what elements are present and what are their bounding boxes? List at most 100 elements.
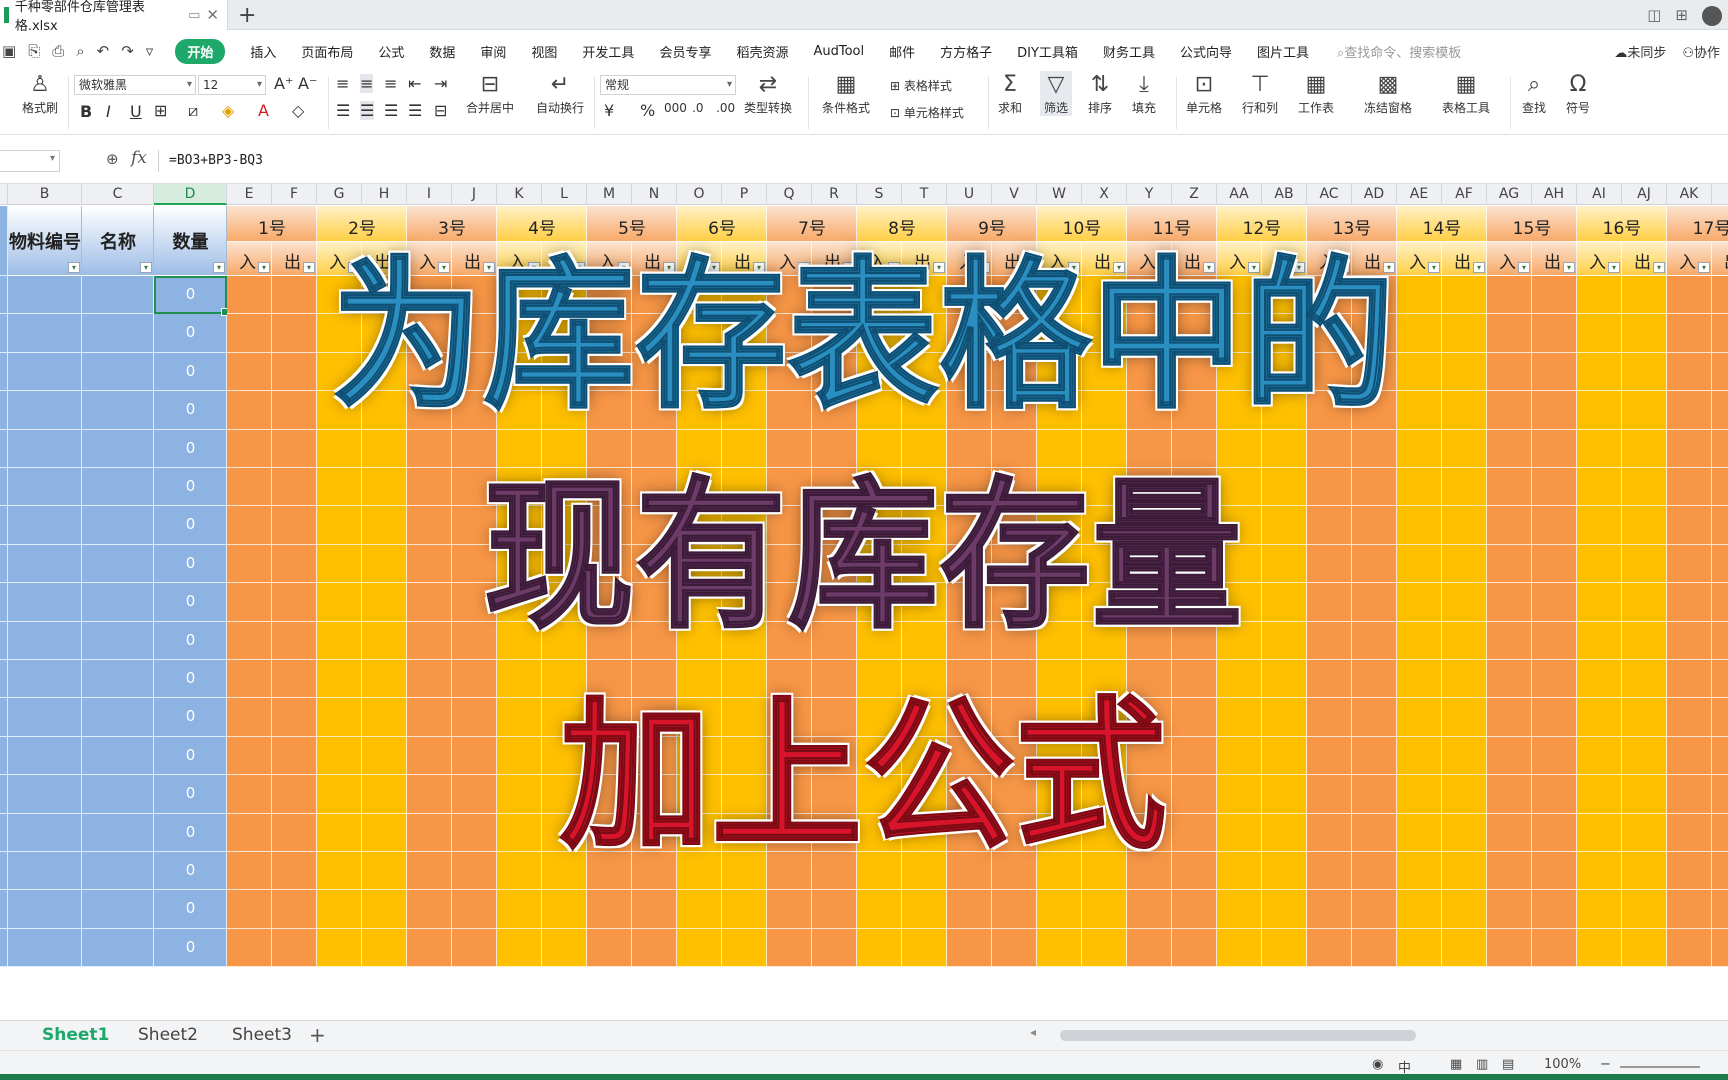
grid-cell[interactable] [1577, 429, 1622, 468]
grid-cell[interactable] [857, 352, 902, 392]
grid-cell[interactable] [1037, 621, 1082, 660]
grid-cell[interactable] [272, 468, 317, 507]
grid-cell[interactable] [1442, 813, 1487, 852]
grid-cell[interactable] [227, 852, 272, 891]
grid-cell[interactable] [1532, 698, 1577, 737]
grid-cell[interactable] [362, 352, 407, 392]
grid-cell[interactable] [677, 660, 722, 699]
grid-cell[interactable] [8, 583, 82, 622]
grid-cell[interactable] [0, 775, 8, 814]
grid-cell[interactable] [767, 736, 812, 776]
grid-cell[interactable] [227, 544, 272, 584]
grid-cell[interactable] [8, 506, 82, 545]
filter-dropdown-icon[interactable]: ▾ [1518, 262, 1530, 273]
grid-cell[interactable] [0, 352, 8, 392]
grid-cell[interactable] [1127, 621, 1172, 660]
grid-cell[interactable] [1442, 276, 1487, 315]
grid-cell[interactable] [1622, 276, 1667, 315]
grid-cell[interactable] [1352, 468, 1397, 507]
italic-icon[interactable]: I [106, 102, 111, 121]
grid-cell[interactable] [947, 660, 992, 699]
grid-cell[interactable] [632, 928, 677, 968]
grid-cell[interactable] [542, 775, 587, 814]
grid-cell[interactable] [767, 928, 812, 968]
grid-cell[interactable] [632, 391, 677, 430]
grid-cell[interactable] [362, 660, 407, 699]
grid-cell[interactable] [947, 583, 992, 622]
grid-cell[interactable] [1307, 276, 1352, 315]
grid-cell[interactable] [722, 314, 767, 353]
grid-cell[interactable] [587, 736, 632, 776]
grid-cell[interactable] [1622, 813, 1667, 852]
grid-cell[interactable] [857, 660, 902, 699]
indent-decrease-icon[interactable]: ⇤ [408, 74, 421, 93]
grid-cell[interactable] [1307, 544, 1352, 584]
grid-cell[interactable] [812, 429, 857, 468]
grid-cell[interactable] [1667, 660, 1712, 699]
grid-cell[interactable] [1532, 506, 1577, 545]
grid-cell[interactable] [947, 276, 992, 315]
font-size-select[interactable]: 12 [198, 75, 266, 95]
grid-cell[interactable] [857, 775, 902, 814]
grid-cell[interactable] [1712, 775, 1728, 814]
grid-cell[interactable] [1037, 391, 1082, 430]
collab-button[interactable]: ⚇协作 [1682, 42, 1720, 61]
grid-cell[interactable] [902, 276, 947, 315]
quantity-cell[interactable]: 0 [154, 592, 227, 610]
increase-decimal-icon[interactable]: .0 [692, 101, 703, 115]
grid-cell[interactable] [677, 314, 722, 353]
grid-cell[interactable] [407, 352, 452, 392]
menu-item[interactable]: 数据 [429, 42, 455, 61]
menu-item[interactable]: 插入 [250, 42, 276, 61]
normal-view-icon[interactable]: ▦ [1450, 1057, 1462, 1072]
grid-cell[interactable] [632, 314, 677, 353]
grid-cell[interactable] [8, 813, 82, 852]
grid-cell[interactable] [992, 391, 1037, 430]
grid-cell[interactable] [767, 506, 812, 545]
grid-cell[interactable] [1307, 890, 1352, 929]
grid-cell[interactable] [362, 928, 407, 968]
grid-cell[interactable] [1397, 352, 1442, 392]
grid-cell[interactable] [1262, 813, 1307, 852]
grid-cell[interactable] [497, 813, 542, 852]
column-header-O[interactable]: O [677, 184, 722, 205]
grid-cell[interactable] [227, 468, 272, 507]
grid-cell[interactable] [1442, 468, 1487, 507]
grid-cell[interactable] [497, 698, 542, 737]
grid-cell[interactable] [812, 698, 857, 737]
filter-dropdown-icon[interactable]: ▾ [573, 262, 585, 273]
grid-cell[interactable] [677, 429, 722, 468]
grid-cell[interactable] [542, 544, 587, 584]
filter-dropdown-icon[interactable]: ▾ [1293, 262, 1305, 273]
filter-dropdown-icon[interactable]: ▾ [1248, 262, 1260, 273]
zoom-level[interactable]: 100% [1544, 1057, 1581, 1072]
grid-cell[interactable] [272, 736, 317, 776]
grid-cell[interactable] [1667, 352, 1712, 392]
grid-cell[interactable] [8, 429, 82, 468]
grid-cell[interactable] [1397, 890, 1442, 929]
grid-cell[interactable] [1127, 928, 1172, 968]
grid-cell[interactable] [1532, 544, 1577, 584]
column-header-F[interactable]: F [272, 184, 317, 205]
grid-cell[interactable] [1352, 314, 1397, 353]
grid-cell[interactable] [272, 429, 317, 468]
wrap-text-button[interactable]: ↵ 自动换行 [536, 71, 584, 116]
grid-cell[interactable] [1172, 813, 1217, 852]
grid-cell[interactable] [1622, 621, 1667, 660]
grid-cell[interactable] [1217, 429, 1262, 468]
grid-cell[interactable] [857, 928, 902, 968]
grid-cell[interactable] [1487, 775, 1532, 814]
grid-cell[interactable] [542, 314, 587, 353]
grid-cell[interactable] [82, 429, 154, 468]
grid-cell[interactable] [272, 890, 317, 929]
grid-cell[interactable] [1397, 391, 1442, 430]
grid-cell[interactable] [1352, 352, 1397, 392]
grid-cell[interactable] [1127, 813, 1172, 852]
grid-cell[interactable] [227, 391, 272, 430]
grid-cell[interactable] [1082, 736, 1127, 776]
grid-cell[interactable] [362, 506, 407, 545]
grid-cell[interactable] [407, 314, 452, 353]
grid-cell[interactable] [902, 506, 947, 545]
grid-cell[interactable] [1532, 583, 1577, 622]
grid-cell[interactable] [272, 660, 317, 699]
